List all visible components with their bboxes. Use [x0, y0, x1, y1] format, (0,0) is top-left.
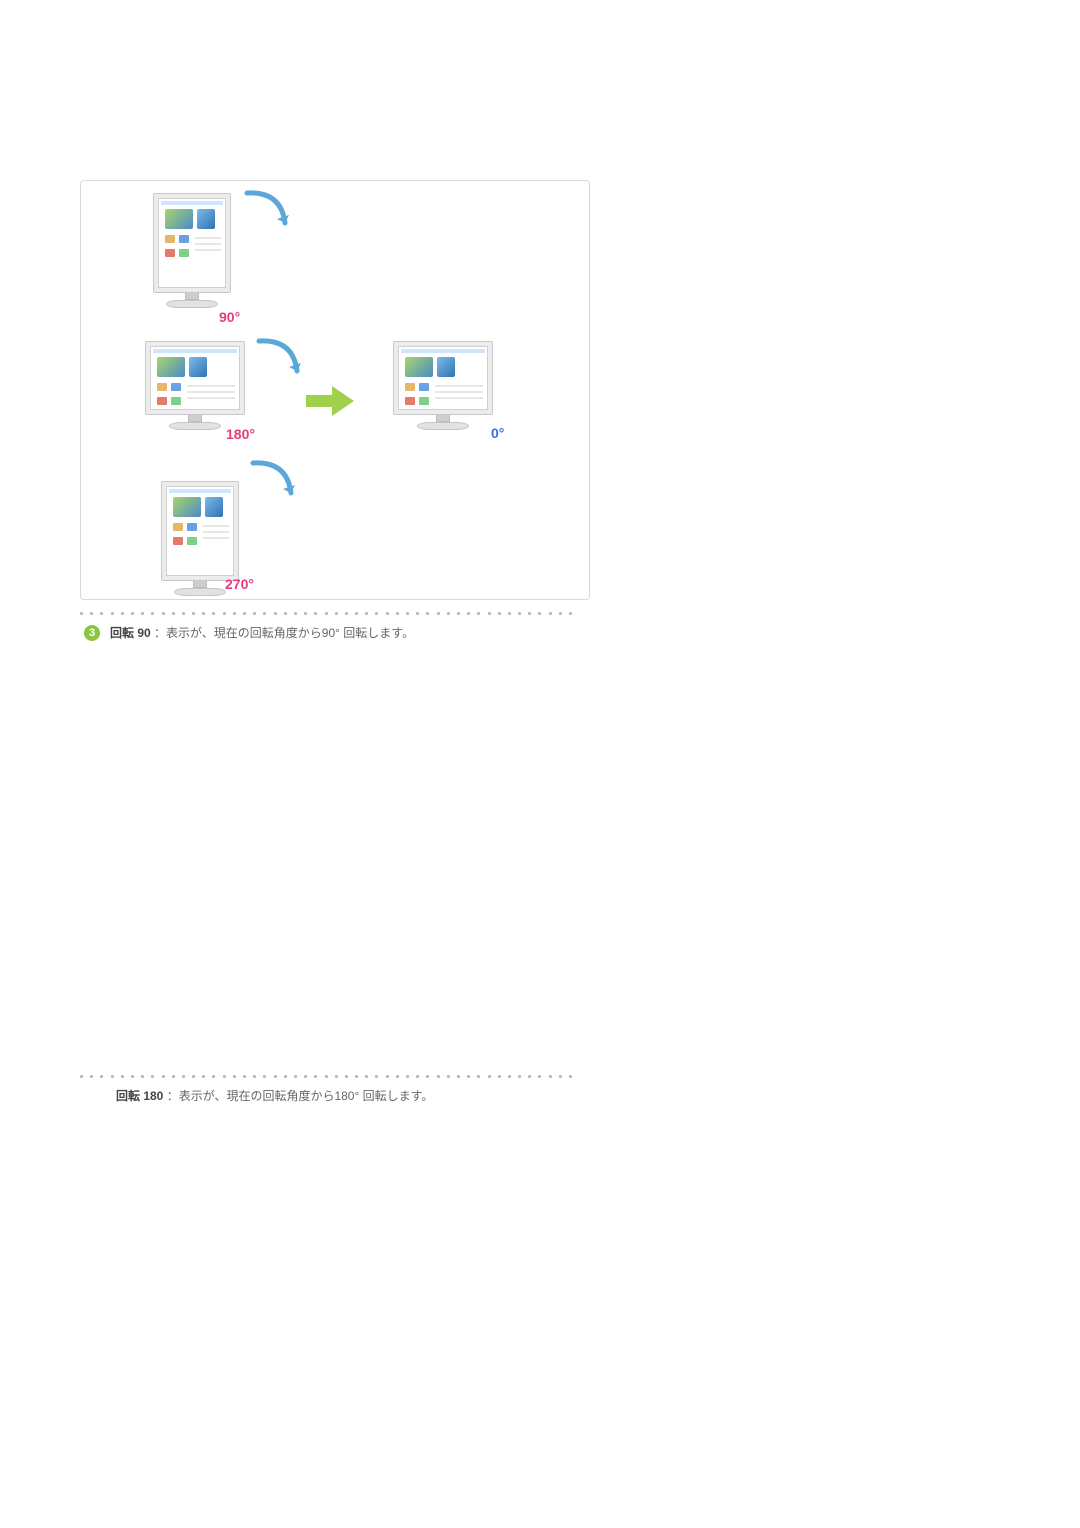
rotation-arrow-icon: [245, 459, 305, 509]
item-90-desc: ：表示が、現在の回転角度から90° 回転します。: [154, 626, 414, 640]
monitor-90deg: [153, 193, 231, 308]
item-badge-3: 3: [84, 625, 100, 641]
item-90: 3 回転 90 ：表示が、現在の回転角度から90° 回転します。: [84, 624, 600, 641]
item-90-title: 回転 90: [110, 626, 151, 640]
item-180-desc: ：表示が、現在の回転角度から180° 回転します。: [167, 1089, 434, 1103]
item-text: 回転 180 ：表示が、現在の回転角度から180° 回転します。: [116, 1087, 433, 1104]
rotation-arrow-icon: [239, 189, 299, 239]
dotted-separator: [80, 1071, 580, 1081]
item-180-title: 回転 180: [116, 1089, 163, 1103]
monitor-180deg: [145, 341, 245, 430]
label-180: 180°: [226, 426, 255, 442]
rotation-arrow-icon: [251, 337, 311, 387]
label-0: 0°: [491, 425, 504, 441]
label-90: 90°: [219, 309, 240, 325]
item-text: 回転 90 ：表示が、現在の回転角度から90° 回転します。: [110, 624, 414, 641]
content-column: 90° 180°: [80, 180, 600, 1104]
label-270: 270°: [225, 576, 254, 592]
monitor-result: [393, 341, 493, 430]
dotted-separator: [80, 608, 580, 618]
rotation-figure: 90° 180°: [80, 180, 590, 600]
document-page: 90° 180°: [0, 0, 1080, 1528]
result-arrow-icon: [306, 386, 354, 416]
section-180: 回転 180 ：表示が、現在の回転角度から180° 回転します。: [80, 1071, 600, 1104]
item-180: 回転 180 ：表示が、現在の回転角度から180° 回転します。: [116, 1087, 600, 1104]
